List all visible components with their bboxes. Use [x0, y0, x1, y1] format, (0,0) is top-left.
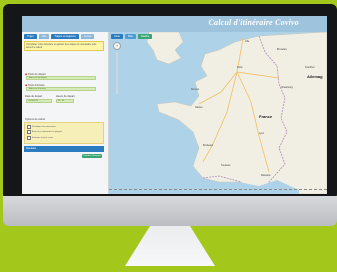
checkbox-icon[interactable]: [27, 135, 31, 140]
results-bar[interactable]: Résultats: [24, 146, 104, 152]
map-canvas: [109, 32, 327, 194]
map-view[interactable]: Carte Plan Satellite + Paris Lille Bruxe…: [109, 32, 327, 194]
calculate-button[interactable]: Calculer l'itinéraire: [82, 154, 102, 158]
map-tab-carte[interactable]: Carte: [111, 34, 123, 39]
tab-ville[interactable]: Ville: [38, 34, 50, 39]
pan-control[interactable]: +: [113, 42, 121, 50]
city-lille: Lille: [245, 40, 250, 43]
sidebar: Trajet Ville Trajets enregistrés Autres …: [22, 32, 109, 194]
option-label: Privilégier les autoroutes: [32, 125, 56, 128]
title-bar: Calcul d'itinéraire Covivo: [22, 16, 327, 32]
tab-autres[interactable]: Autres: [80, 34, 95, 39]
map-tab-satellite[interactable]: Satellite: [137, 34, 153, 39]
date-label: Date du départ: [25, 95, 43, 98]
map-tabs: Carte Plan Satellite: [111, 34, 153, 39]
app-title: Calcul d'itinéraire Covivo: [208, 18, 299, 27]
monitor-chin: [3, 196, 337, 226]
zoom-slider[interactable]: [116, 52, 118, 94]
city-nantes: Nantes: [195, 106, 203, 109]
city-paris: Paris: [237, 66, 243, 69]
city-strasbourg: Strasbourg: [281, 86, 293, 89]
city-rennes: Rennes: [191, 88, 200, 91]
city-bordeaux: Bordeaux: [203, 144, 214, 147]
date-input[interactable]: 15/06/2014: [26, 99, 52, 103]
options-title: Options de calcul: [25, 118, 45, 121]
time-input[interactable]: 08 : 30: [56, 99, 74, 103]
country-allemagne: Allemag: [307, 74, 323, 79]
option-avoid-tolls[interactable]: Éviter les autoroutes et péages: [27, 130, 101, 134]
app-window: Calcul d'itinéraire Covivo Trajet Ville …: [22, 16, 327, 194]
sidebar-tabs: Trajet Ville Trajets enregistrés Autres: [24, 34, 95, 39]
departure-input[interactable]: Adresse de départ: [26, 76, 96, 80]
checkbox-icon[interactable]: [27, 124, 31, 129]
time-label: Heure de départ: [56, 95, 75, 98]
option-highways[interactable]: Privilégier les autoroutes: [27, 124, 101, 129]
arrival-value: Adresse d'arrivée: [29, 88, 46, 90]
city-marseille: Marseille: [261, 174, 271, 177]
city-frankfurt: Frankfurt: [305, 66, 315, 69]
city-toulouse: Toulouse: [221, 164, 231, 167]
city-lyon: Lyon: [259, 132, 265, 135]
tab-trajet[interactable]: Trajet: [24, 34, 37, 39]
departure-value: Adresse de départ: [29, 77, 47, 79]
checkbox-icon[interactable]: [27, 130, 31, 134]
map-footer: [109, 189, 327, 194]
country-france: France: [259, 114, 273, 119]
option-shortest[interactable]: Itinéraire le plus court: [27, 135, 101, 140]
arrival-input[interactable]: Adresse d'arrivée: [26, 87, 96, 91]
option-label: Éviter les autoroutes et péages: [32, 131, 63, 133]
tab-saved-trips[interactable]: Trajets enregistrés: [51, 34, 79, 39]
map-tab-plan[interactable]: Plan: [124, 34, 136, 39]
monitor-stand: [125, 226, 215, 266]
options-panel: Privilégier les autoroutes Éviter les au…: [24, 122, 104, 144]
option-label: Itinéraire le plus court: [32, 136, 53, 139]
city-bruxelles: Bruxelles: [277, 48, 287, 51]
info-box: Complétez votre itinéraire et ajoutez de…: [24, 41, 104, 51]
